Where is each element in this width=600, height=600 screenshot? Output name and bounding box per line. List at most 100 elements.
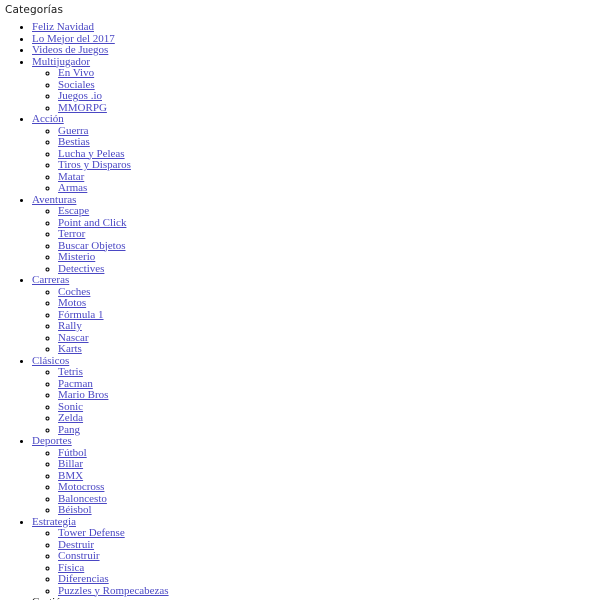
category-link-pang[interactable]: Pang [58, 424, 80, 436]
category-link-coches[interactable]: Coches [58, 286, 90, 298]
subcategory-item-karts: Karts [58, 343, 600, 356]
subcategory-item-pang: Pang [58, 424, 600, 437]
subcategory-item-point-and-click: Point and Click [58, 217, 600, 230]
category-link-lo-mejor-del-2017[interactable]: Lo Mejor del 2017 [32, 33, 115, 45]
category-link-lucha-y-peleas[interactable]: Lucha y Peleas [58, 148, 125, 160]
category-link-rally[interactable]: Rally [58, 320, 82, 332]
subcategory-item-coches: Coches [58, 286, 600, 299]
category-link-point-and-click[interactable]: Point and Click [58, 217, 126, 229]
category-link-tetris[interactable]: Tetris [58, 366, 83, 378]
category-item-clasicos: ClásicosTetrisPacmanMario BrosSonicZelda… [32, 355, 600, 437]
subcategory-item-mario-bros: Mario Bros [58, 389, 600, 402]
subcategory-item-escape: Escape [58, 205, 600, 218]
subcategory-item-tiros-y-disparos: Tiros y Disparos [58, 159, 600, 172]
category-link-motos[interactable]: Motos [58, 297, 86, 309]
category-item-aventuras: AventurasEscapePoint and ClickTerrorBusc… [32, 194, 600, 276]
subcategory-list-accion: GuerraBestiasLucha y PeleasTiros y Dispa… [32, 125, 600, 195]
category-item-estrategia: EstrategiaTower DefenseDestruirConstruir… [32, 516, 600, 598]
category-link-karts[interactable]: Karts [58, 343, 82, 355]
category-link-bestias[interactable]: Bestias [58, 136, 90, 148]
category-item-accion: AcciónGuerraBestiasLucha y PeleasTiros y… [32, 113, 600, 195]
category-link-formula-1[interactable]: Fórmula 1 [58, 309, 104, 321]
category-link-zelda[interactable]: Zelda [58, 412, 83, 424]
category-link-multijugador[interactable]: Multijugador [32, 56, 90, 68]
subcategory-item-baloncesto: Baloncesto [58, 493, 600, 506]
category-link-feliz-navidad[interactable]: Feliz Navidad [32, 21, 94, 33]
subcategory-item-tower-defense: Tower Defense [58, 527, 600, 540]
category-item-deportes: DeportesFútbolBillarBMXMotocrossBalonces… [32, 435, 600, 517]
category-link-escape[interactable]: Escape [58, 205, 89, 217]
subcategory-item-rally: Rally [58, 320, 600, 333]
subcategory-item-zelda: Zelda [58, 412, 600, 425]
category-link-guerra[interactable]: Guerra [58, 125, 89, 137]
category-item-videos-de-juegos: Videos de Juegos [32, 44, 600, 57]
subcategory-item-juegos-io: Juegos .io [58, 90, 600, 103]
category-link-mario-bros[interactable]: Mario Bros [58, 389, 108, 401]
subcategory-item-mmorpg: MMORPG [58, 102, 600, 115]
category-item-multijugador: MultijugadorEn VivoSocialesJuegos .ioMMO… [32, 56, 600, 115]
category-item-feliz-navidad: Feliz Navidad [32, 21, 600, 34]
category-link-mmorpg[interactable]: MMORPG [58, 102, 107, 114]
subcategory-item-matar: Matar [58, 171, 600, 184]
subcategory-list-carreras: CochesMotosFórmula 1RallyNascarKarts [32, 286, 600, 356]
category-link-deportes[interactable]: Deportes [32, 435, 72, 447]
category-link-billar[interactable]: Billar [58, 458, 83, 470]
subcategory-item-formula-1: Fórmula 1 [58, 309, 600, 322]
category-link-juegos-io[interactable]: Juegos .io [58, 90, 102, 102]
category-item-carreras: CarrerasCochesMotosFórmula 1RallyNascarK… [32, 274, 600, 356]
subcategory-item-buscar-objetos: Buscar Objetos [58, 240, 600, 253]
category-link-tiros-y-disparos[interactable]: Tiros y Disparos [58, 159, 131, 171]
category-link-futbol[interactable]: Fútbol [58, 447, 87, 459]
subcategory-list-clasicos: TetrisPacmanMario BrosSonicZeldaPang [32, 366, 600, 437]
category-link-videos-de-juegos[interactable]: Videos de Juegos [32, 44, 108, 56]
subcategory-list-estrategia: Tower DefenseDestruirConstruirFísicaDife… [32, 527, 600, 598]
category-link-detectives[interactable]: Detectives [58, 263, 104, 275]
subcategory-item-detectives: Detectives [58, 263, 600, 276]
category-link-motocross[interactable]: Motocross [58, 481, 104, 493]
subcategory-item-futbol: Fútbol [58, 447, 600, 460]
category-link-fisica[interactable]: Física [58, 562, 84, 574]
subcategory-item-fisica: Física [58, 562, 600, 575]
category-link-bmx[interactable]: BMX [58, 470, 83, 482]
subcategory-item-guerra: Guerra [58, 125, 600, 138]
category-link-misterio[interactable]: Misterio [58, 251, 95, 263]
subcategory-item-bestias: Bestias [58, 136, 600, 149]
subcategory-item-destruir: Destruir [58, 539, 600, 552]
category-link-puzzles-y-rompecabezas[interactable]: Puzzles y Rompecabezas [58, 585, 169, 597]
category-link-en-vivo[interactable]: En Vivo [58, 67, 94, 79]
subcategory-item-sonic: Sonic [58, 401, 600, 414]
category-link-beisbol[interactable]: Béisbol [58, 504, 92, 516]
category-link-sociales[interactable]: Sociales [58, 79, 95, 91]
subcategory-item-terror: Terror [58, 228, 600, 241]
subcategory-list-aventuras: EscapePoint and ClickTerrorBuscar Objeto… [32, 205, 600, 276]
category-link-nascar[interactable]: Nascar [58, 332, 89, 344]
category-link-terror[interactable]: Terror [58, 228, 85, 240]
subcategory-item-tetris: Tetris [58, 366, 600, 379]
category-link-carreras[interactable]: Carreras [32, 274, 69, 286]
subcategory-list-multijugador: En VivoSocialesJuegos .ioMMORPG [32, 67, 600, 115]
subcategory-item-billar: Billar [58, 458, 600, 471]
category-link-tower-defense[interactable]: Tower Defense [58, 527, 125, 539]
subcategory-item-construir: Construir [58, 550, 600, 563]
category-link-diferencias[interactable]: Diferencias [58, 573, 109, 585]
subcategory-item-misterio: Misterio [58, 251, 600, 264]
category-link-buscar-objetos[interactable]: Buscar Objetos [58, 240, 126, 252]
page-title: Categorías [5, 4, 64, 16]
subcategory-item-bmx: BMX [58, 470, 600, 483]
category-link-matar[interactable]: Matar [58, 171, 84, 183]
category-link-estrategia[interactable]: Estrategia [32, 516, 76, 528]
category-link-armas[interactable]: Armas [58, 182, 87, 194]
category-link-aventuras[interactable]: Aventuras [32, 194, 76, 206]
category-link-clasicos[interactable]: Clásicos [32, 355, 69, 367]
subcategory-item-puzzles-y-rompecabezas: Puzzles y Rompecabezas [58, 585, 600, 598]
subcategory-item-sociales: Sociales [58, 79, 600, 92]
category-link-construir[interactable]: Construir [58, 550, 100, 562]
category-link-baloncesto[interactable]: Baloncesto [58, 493, 107, 505]
category-link-destruir[interactable]: Destruir [58, 539, 94, 551]
category-link-pacman[interactable]: Pacman [58, 378, 93, 390]
subcategory-item-beisbol: Béisbol [58, 504, 600, 517]
subcategory-item-nascar: Nascar [58, 332, 600, 345]
category-link-sonic[interactable]: Sonic [58, 401, 83, 413]
subcategory-item-pacman: Pacman [58, 378, 600, 391]
category-link-accion[interactable]: Acción [32, 113, 64, 125]
